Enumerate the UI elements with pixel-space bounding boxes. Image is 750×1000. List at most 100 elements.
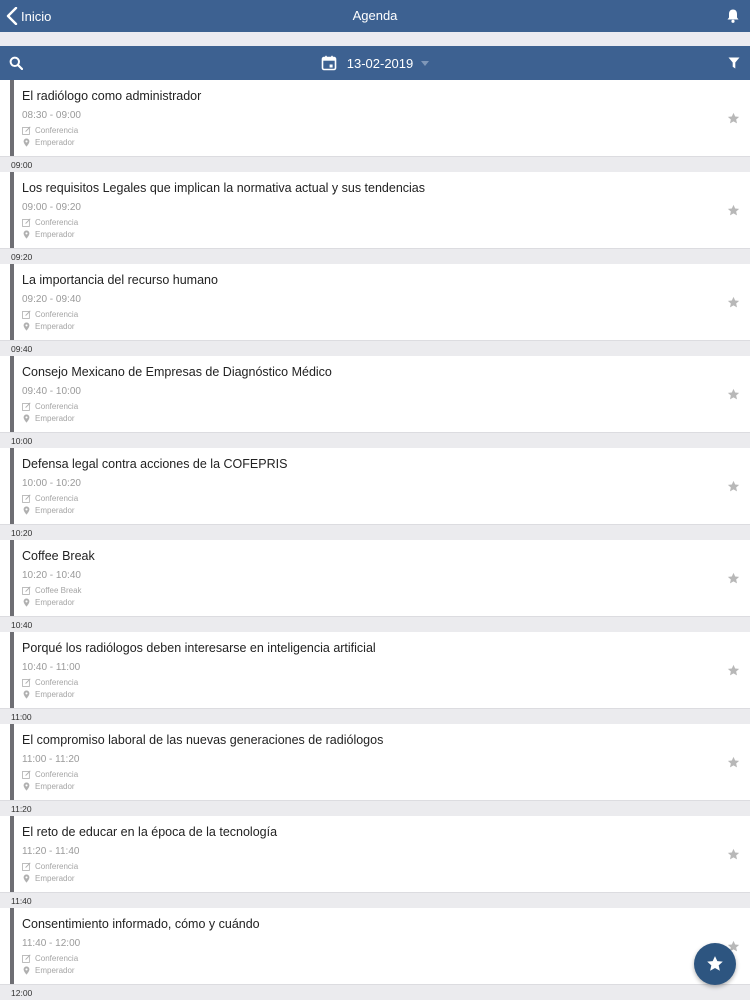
session-title: Defensa legal contra acciones de la COFE… [22,457,288,471]
star-icon[interactable] [727,572,740,585]
edit-icon [22,218,31,227]
session-list: El radiólogo como administrador 08:30 - 0… [0,80,750,1000]
session-type-label: Conferencia [35,126,79,135]
session-type-label: Conferencia [35,310,79,319]
session-card[interactable]: Defensa legal contra acciones de la COFE… [0,448,750,524]
time-separator: 11:00 [0,708,750,724]
header-gap [0,32,750,46]
star-icon[interactable] [727,848,740,861]
chevron-left-icon [6,7,18,25]
page-title: Agenda [352,8,398,23]
location-pin-icon [23,598,30,607]
star-icon[interactable] [727,112,740,125]
session-room-label: Emperador [35,782,75,791]
edit-icon [22,402,31,411]
session-card[interactable]: El reto de educar en la época de la tecn… [0,816,750,892]
session-time: 09:40 - 10:00 [22,386,81,397]
session-time: 11:40 - 12:00 [22,938,81,949]
time-separator: 09:40 [0,340,750,356]
session-title: Porqué los radiólogos deben interesarse … [22,641,376,655]
back-label: Inicio [21,8,52,24]
session-room-label: Emperador [35,230,75,239]
time-separator: 09:00 [0,156,750,172]
favorites-fab-button[interactable] [694,943,736,985]
session-type: Conferencia [22,954,78,963]
session-title: El reto de educar en la época de la tecn… [22,825,278,839]
session-room: Emperador [22,966,75,975]
session-type-label: Conferencia [35,494,79,503]
session-type: Conferencia [22,126,78,135]
edit-icon [22,678,31,687]
session-room: Emperador [22,138,75,147]
session-type: Conferencia [22,678,78,687]
location-pin-icon [23,782,30,791]
session-card[interactable]: Consejo Mexicano de Empresas de Diagnóst… [0,356,750,432]
time-separator: 12:00 [0,984,750,1000]
time-separator: 10:00 [0,432,750,448]
calendar-icon [321,55,337,71]
session-type-label: Conferencia [35,402,79,411]
bell-icon[interactable] [725,8,741,24]
session-card[interactable]: El compromiso laboral de las nuevas gene… [0,724,750,800]
back-button[interactable]: Inicio [6,0,51,32]
session-card[interactable]: Los requisitos Legales que implican la n… [0,172,750,248]
session-type-label: Coffee Break [35,586,82,595]
session-type: Conferencia [22,310,78,319]
edit-icon [22,862,31,871]
session-type: Conferencia [22,862,78,871]
star-icon[interactable] [727,664,740,677]
session-type: Coffee Break [22,586,82,595]
location-pin-icon [23,966,30,975]
session-room-label: Emperador [35,506,75,515]
location-pin-icon [23,414,30,423]
session-time: 09:20 - 09:40 [22,294,81,305]
star-icon[interactable] [727,204,740,217]
session-type-label: Conferencia [35,218,79,227]
session-room: Emperador [22,322,75,331]
time-separator: 10:20 [0,524,750,540]
session-room-label: Emperador [35,414,75,423]
star-icon[interactable] [727,480,740,493]
session-card[interactable]: La importancia del recurso humano 09:20 -… [0,264,750,340]
session-room: Emperador [22,598,75,607]
session-title: Consentimiento informado, cómo y cuándo [22,917,260,931]
star-icon[interactable] [727,756,740,769]
session-title: Los requisitos Legales que implican la n… [22,181,426,195]
time-separator: 09:20 [0,248,750,264]
session-title: Consejo Mexicano de Empresas de Diagnóst… [22,365,332,379]
date-selector[interactable]: 13-02-2019 [0,46,750,80]
location-pin-icon [23,874,30,883]
edit-icon [22,586,31,595]
session-title: Coffee Break [22,549,95,563]
session-room-label: Emperador [35,874,75,883]
session-time: 08:30 - 09:00 [22,110,81,121]
session-type: Conferencia [22,494,78,503]
session-room-label: Emperador [35,322,75,331]
session-room-label: Emperador [35,138,75,147]
session-type-label: Conferencia [35,954,79,963]
session-title: El compromiso laboral de las nuevas gene… [22,733,384,747]
session-card[interactable]: Consentimiento informado, cómo y cuándo 1… [0,908,750,984]
session-type-label: Conferencia [35,862,79,871]
session-title: La importancia del recurso humano [22,273,218,287]
edit-icon [22,310,31,319]
star-icon[interactable] [727,296,740,309]
session-card[interactable]: Porqué los radiólogos deben interesarse … [0,632,750,708]
session-room-label: Emperador [35,598,75,607]
location-pin-icon [23,506,30,515]
time-separator: 11:40 [0,892,750,908]
session-room-label: Emperador [35,690,75,699]
session-time: 10:20 - 10:40 [22,570,81,581]
session-room: Emperador [22,874,75,883]
session-type: Conferencia [22,770,78,779]
filter-icon[interactable] [728,57,740,69]
edit-icon [22,494,31,503]
session-room: Emperador [22,414,75,423]
star-icon[interactable] [727,388,740,401]
session-card[interactable]: El radiólogo como administrador 08:30 - 0… [0,80,750,156]
session-room: Emperador [22,506,75,515]
session-card[interactable]: Coffee Break 10:20 - 10:40 Coffee Break Emp… [0,540,750,616]
location-pin-icon [23,690,30,699]
session-time: 09:00 - 09:20 [22,202,81,213]
edit-icon [22,126,31,135]
